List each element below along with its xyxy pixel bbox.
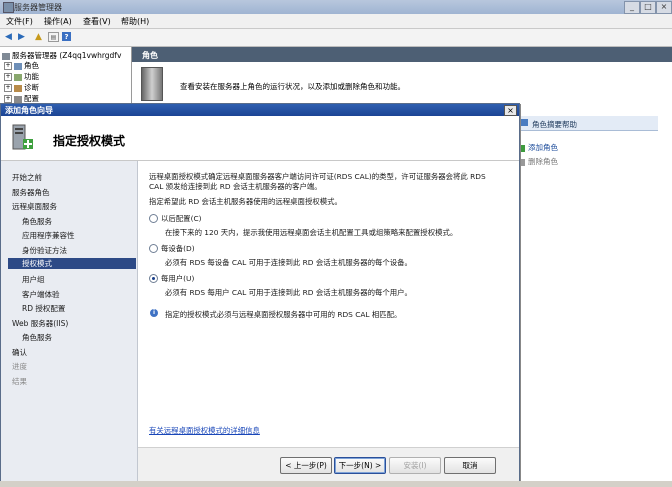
option-configure-later-label[interactable]: 以后配置(C)	[161, 213, 202, 224]
nav-step-progress: 进度	[12, 362, 27, 371]
nav-step-server-roles[interactable]: 服务器角色	[12, 187, 50, 198]
maximize-button[interactable]: □	[640, 1, 656, 14]
features-icon	[14, 73, 22, 81]
install-button: 安装(I)	[389, 457, 441, 474]
help-icon[interactable]: ?	[62, 32, 71, 41]
expand-icon[interactable]: +	[4, 73, 12, 81]
wizard-button-bar: < 上一步(P) 下一步(N) > 安装(I) 取消	[138, 447, 519, 483]
help-panel-header[interactable]: 角色摘要帮助	[518, 116, 658, 131]
roles-icon	[14, 62, 22, 70]
nav-step-remote-desktop-services[interactable]: 远程桌面服务	[12, 201, 57, 212]
tree-item-features[interactable]: + 功能	[4, 71, 39, 82]
info-icon: i	[150, 309, 158, 317]
add-roles-wizard-dialog: 添加角色向导 × 指定授权模式 开始之前 服务器角色 远程桌面服务 角色服务 应…	[0, 103, 520, 483]
main-title-bar: 服务器管理器 _ □ ×	[0, 0, 672, 14]
back-arrow-icon[interactable]: ◀	[3, 32, 14, 42]
help-panel-title: 角色摘要帮助	[532, 120, 577, 129]
expand-icon[interactable]: +	[4, 84, 12, 92]
close-button[interactable]: ×	[656, 1, 672, 14]
wizard-title-bar: 添加角色向导 ×	[1, 104, 519, 116]
server-manager-icon	[3, 2, 14, 13]
back-button[interactable]: < 上一步(P)	[280, 457, 332, 474]
option-configure-later-desc: 在接下来的 120 天内，提示我使用远程桌面会话主机配置工具或组策略来配置授权模…	[165, 228, 458, 237]
expand-icon[interactable]: +	[4, 62, 12, 70]
nav-step-before-you-begin[interactable]: 开始之前	[12, 172, 42, 183]
server-icon	[2, 52, 10, 60]
nav-step-user-groups[interactable]: 用户组	[22, 274, 45, 285]
wizard-page-title: 指定授权模式	[53, 134, 126, 148]
option-per-device-label[interactable]: 每设备(D)	[161, 243, 195, 254]
nav-step-client-experience[interactable]: 客户端体验	[22, 289, 60, 300]
tree-item-diagnostics[interactable]: + 诊断	[4, 82, 39, 93]
wizard-content: 远程桌面授权模式确定远程桌面服务器客户端访问许可证(RDS CAL)的类型，许可…	[138, 161, 519, 482]
tree-root-label: 服务器管理器 (Z4qq1vwhrgdfv	[12, 51, 122, 60]
roles-header-bar: 角色	[132, 47, 672, 62]
show-hide-tree-icon[interactable]: ▤	[48, 32, 59, 42]
tree-item-roles[interactable]: + 角色	[4, 60, 39, 71]
forward-arrow-icon[interactable]: ▶	[16, 32, 27, 42]
status-bar	[0, 481, 672, 487]
navigation-tree: 服务器管理器 (Z4qq1vwhrgdfv + 角色 + 功能 + 诊断 + 配置	[0, 47, 132, 104]
option-per-user-desc: 必须有 RDS 每用户 CAL 可用于连接到此 RD 会话主机服务器的每个用户。	[165, 288, 412, 297]
menu-bar: 文件(F) 操作(A) 查看(V) 帮助(H)	[0, 14, 672, 29]
intro-text-line2: CAL 颁发给连接到此 RD 会话主机服务器的客户端。	[149, 182, 322, 191]
server-add-icon	[12, 124, 33, 150]
nav-step-role-services-iis[interactable]: 角色服务	[22, 332, 52, 343]
prompt-text: 指定希望此 RD 会话主机服务器使用的远程桌面授权模式。	[149, 197, 342, 206]
help-panel	[517, 115, 668, 487]
minimize-button[interactable]: _	[624, 1, 640, 14]
main-window-title: 服务器管理器	[14, 3, 62, 12]
remove-role-label: 删除角色	[528, 157, 558, 166]
radio-configure-later[interactable]	[149, 214, 158, 223]
add-role-link[interactable]: 添加角色	[518, 142, 558, 153]
wizard-close-button[interactable]: ×	[504, 105, 517, 116]
expand-icon[interactable]: +	[4, 95, 12, 103]
cancel-button[interactable]: 取消	[444, 457, 496, 474]
nav-step-app-compatibility[interactable]: 应用程序兼容性	[22, 230, 75, 241]
radio-per-user[interactable]	[149, 274, 158, 283]
add-role-label: 添加角色	[528, 143, 558, 152]
nav-step-web-server-iis[interactable]: Web 服务器(IIS)	[12, 318, 68, 329]
roles-description: 查看安装在服务器上角色的运行状况，以及添加或删除角色和功能。	[180, 82, 405, 91]
collapse-icon	[521, 119, 528, 126]
configuration-icon	[14, 95, 22, 103]
next-button[interactable]: 下一步(N) >	[334, 457, 386, 474]
tree-label: 配置	[24, 94, 39, 103]
nav-step-results: 结果	[12, 377, 27, 386]
radio-per-device[interactable]	[149, 244, 158, 253]
option-per-user-label[interactable]: 每用户(U)	[161, 273, 194, 284]
nav-step-licensing-mode[interactable]: 授权模式	[8, 258, 136, 269]
roles-header-title: 角色	[142, 51, 158, 60]
server-tower-icon	[141, 67, 163, 101]
remove-role-link[interactable]: 删除角色	[518, 156, 558, 167]
info-text: 指定的授权模式必须与远程桌面授权服务器中可用的 RDS CAL 相匹配。	[165, 310, 402, 319]
option-per-device-desc: 必须有 RDS 每设备 CAL 可用于连接到此 RD 会话主机服务器的每个设备。	[165, 258, 412, 267]
menu-view[interactable]: 查看(V)	[83, 16, 111, 27]
menu-action[interactable]: 操作(A)	[44, 16, 72, 27]
toolbar: ◀ ▶ ▲ ▤ ?	[0, 29, 672, 47]
nav-step-rd-licensing-config[interactable]: RD 授权配置	[22, 303, 65, 314]
wizard-step-nav: 开始之前 服务器角色 远程桌面服务 角色服务 应用程序兼容性 身份验证方法 授权…	[1, 161, 138, 482]
diagnostics-icon	[14, 84, 22, 92]
licensing-mode-help-link[interactable]: 有关远程桌面授权模式的详细信息	[149, 425, 260, 436]
tree-label: 角色	[24, 61, 39, 70]
up-folder-icon[interactable]: ▲	[33, 32, 44, 42]
nav-step-role-services[interactable]: 角色服务	[22, 216, 52, 227]
nav-step-auth-method[interactable]: 身份验证方法	[22, 245, 67, 256]
menu-file[interactable]: 文件(F)	[6, 16, 33, 27]
tree-label: 功能	[24, 72, 39, 81]
wizard-title: 添加角色向导	[5, 106, 53, 115]
nav-step-confirmation[interactable]: 确认	[12, 347, 27, 358]
menu-help[interactable]: 帮助(H)	[121, 16, 149, 27]
tree-label: 诊断	[24, 83, 39, 92]
wizard-header: 指定授权模式	[1, 116, 519, 161]
